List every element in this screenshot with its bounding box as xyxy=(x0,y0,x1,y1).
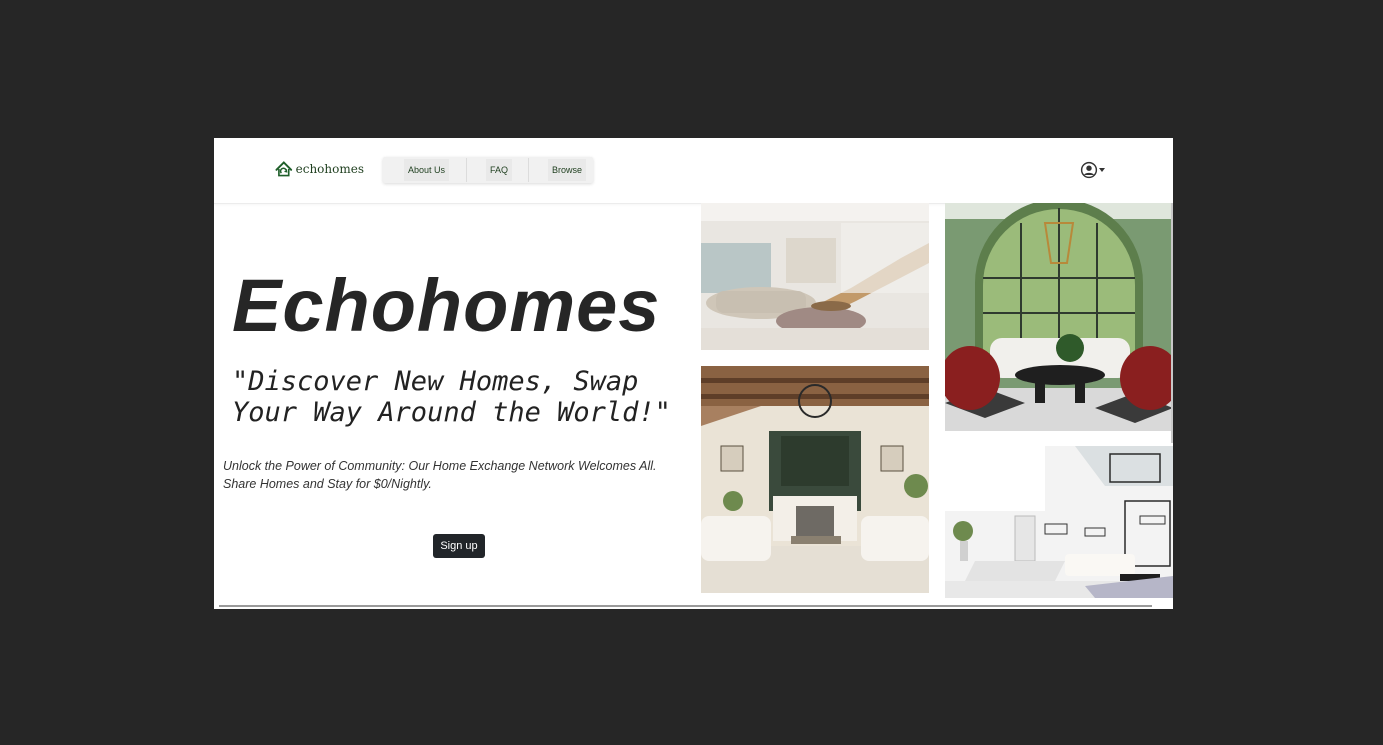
browse-button[interactable]: Browse xyxy=(548,159,587,181)
white-modern-room-photo xyxy=(945,446,1173,598)
home-logo-icon xyxy=(275,161,293,177)
horizontal-scrollbar[interactable] xyxy=(219,605,1152,607)
brand-logo[interactable]: echohomes xyxy=(274,156,364,182)
nav-divider xyxy=(466,158,468,182)
hero-description: Unlock the Power of Community: Our Home … xyxy=(223,459,657,491)
top-navbar: echohomes About Us FAQ Browse xyxy=(214,138,1173,204)
vertical-scrollbar[interactable] xyxy=(1171,203,1173,443)
hero-tagline: "Discover New Homes, Swap Your Way Aroun… xyxy=(232,366,671,428)
nav-divider xyxy=(528,158,530,182)
nav-button-group: About Us FAQ Browse xyxy=(383,157,593,183)
green-living-room-photo xyxy=(945,203,1173,431)
fireplace-living-room-photo xyxy=(701,366,929,593)
sign-up-button[interactable]: Sign up xyxy=(433,534,485,558)
about-us-button[interactable]: About Us xyxy=(404,159,450,181)
faq-button[interactable]: FAQ xyxy=(486,159,513,181)
browser-page: echohomes About Us FAQ Browse Echohomes … xyxy=(214,138,1173,609)
user-circle-icon xyxy=(1080,161,1098,179)
user-menu-toggle[interactable] xyxy=(1080,161,1106,179)
hero-title: Echohomes xyxy=(232,264,661,347)
caret-down-icon xyxy=(1099,168,1105,172)
living-room-photo-stairs xyxy=(701,203,929,350)
brand-name: echohomes xyxy=(295,162,364,176)
